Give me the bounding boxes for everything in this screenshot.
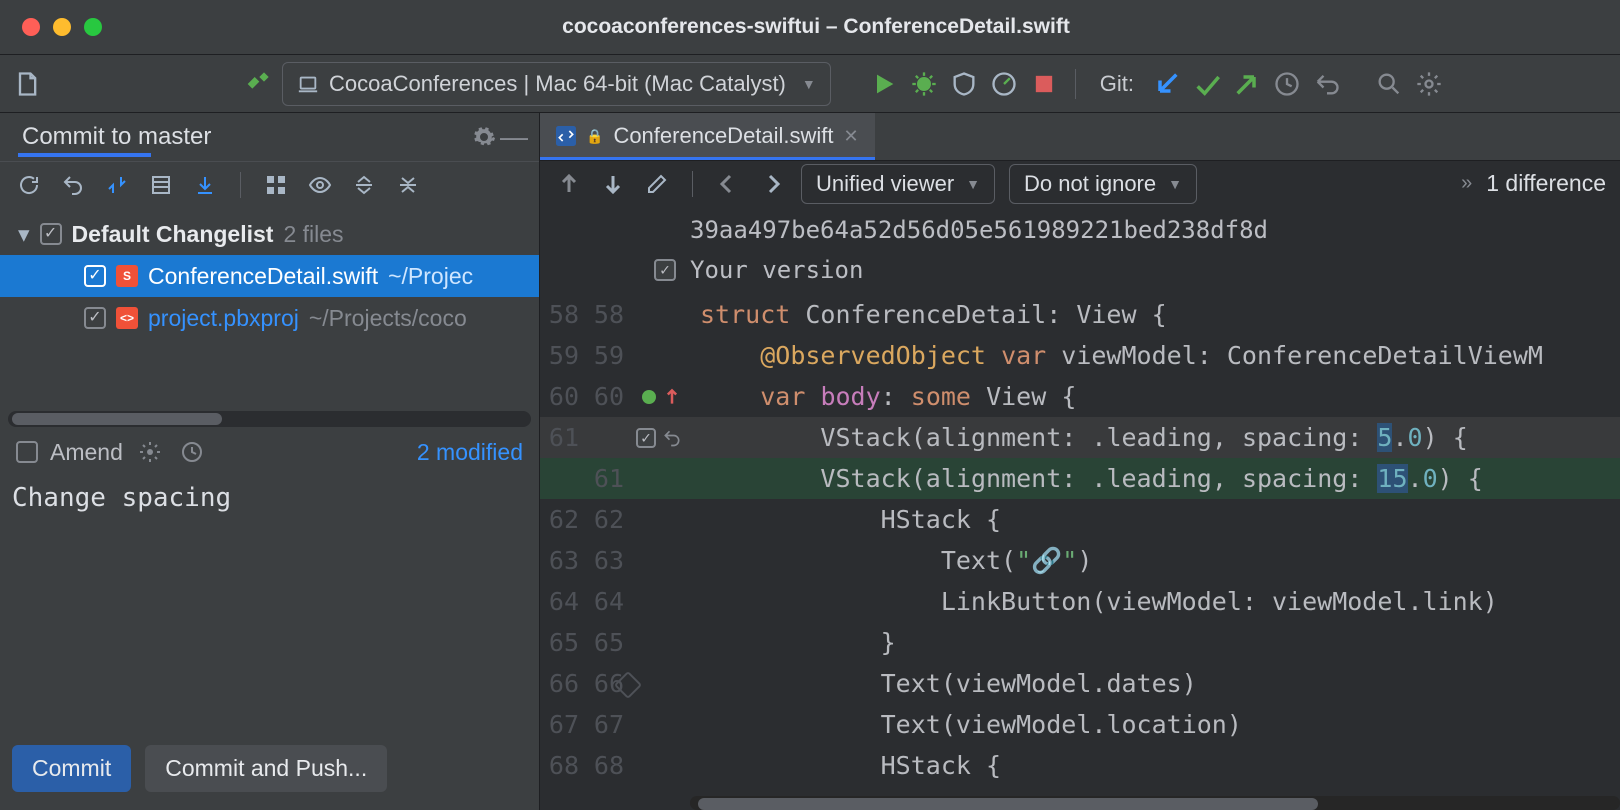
revert-icon[interactable] bbox=[662, 428, 682, 448]
changed-file-row[interactable]: S ConferenceDetail.swift ~/Projec bbox=[0, 255, 539, 297]
titlebar: cocoaconferences-swiftui – ConferenceDet… bbox=[0, 0, 1620, 55]
nav-back-icon[interactable] bbox=[713, 169, 743, 199]
git-pull-icon[interactable] bbox=[1152, 69, 1182, 99]
changelist-name: Default Changelist bbox=[72, 221, 274, 248]
modified-count[interactable]: 2 modified bbox=[417, 439, 523, 466]
close-window-icon[interactable] bbox=[22, 18, 40, 36]
refresh-icon[interactable] bbox=[14, 170, 44, 200]
expand-all-icon[interactable] bbox=[349, 170, 379, 200]
file-path: ~/Projec bbox=[388, 263, 473, 290]
git-commit-icon[interactable] bbox=[1192, 69, 1222, 99]
git-push-icon[interactable] bbox=[1232, 69, 1262, 99]
commit-history-icon[interactable] bbox=[177, 437, 207, 467]
amend-label: Amend bbox=[50, 439, 123, 466]
nav-forward-icon[interactable] bbox=[757, 169, 787, 199]
run-icon[interactable] bbox=[869, 69, 899, 99]
lock-icon: 🔒 bbox=[586, 128, 603, 145]
panel-minimize-icon[interactable]: — bbox=[499, 122, 529, 152]
checkbox[interactable] bbox=[84, 307, 106, 329]
editor-panel: 🔒 ConferenceDetail.swift ✕ Unified viewe… bbox=[540, 113, 1620, 810]
horizontal-scrollbar[interactable] bbox=[8, 411, 531, 427]
viewer-mode-label: Unified viewer bbox=[816, 171, 954, 197]
changelist-count: 2 files bbox=[283, 221, 343, 248]
next-diff-icon[interactable] bbox=[598, 169, 628, 199]
your-version-label: Your version bbox=[690, 250, 863, 290]
window-title: cocoaconferences-swiftui – ConferenceDet… bbox=[102, 15, 1530, 39]
rollback-icon[interactable] bbox=[58, 170, 88, 200]
open-file-icon[interactable] bbox=[12, 69, 42, 99]
run-config-label: CocoaConferences | Mac 64-bit (Mac Catal… bbox=[329, 71, 786, 97]
checkbox[interactable] bbox=[84, 265, 106, 287]
revision-hash: 39aa497be64a52d56d05e561989221bed238df8d bbox=[690, 210, 1620, 250]
git-history-icon[interactable] bbox=[1272, 69, 1302, 99]
panel-title: Commit to master bbox=[22, 123, 211, 151]
changes-tree: ▾ Default Changelist 2 files S Conferenc… bbox=[0, 207, 539, 345]
your-version-checkbox[interactable] bbox=[654, 259, 676, 281]
include-change-checkbox[interactable] bbox=[636, 428, 656, 448]
shelve-icon[interactable] bbox=[190, 170, 220, 200]
changelist-icon[interactable] bbox=[146, 170, 176, 200]
zoom-window-icon[interactable] bbox=[84, 18, 102, 36]
view-options-icon[interactable] bbox=[305, 170, 335, 200]
viewer-mode-select[interactable]: Unified viewer ▼ bbox=[801, 164, 995, 204]
project-file-icon: <> bbox=[116, 307, 138, 329]
diff-headers: 39aa497be64a52d56d05e561989221bed238df8d… bbox=[540, 206, 1620, 294]
main-toolbar: CocoaConferences | Mac 64-bit (Mac Catal… bbox=[0, 55, 1620, 113]
prev-diff-icon[interactable] bbox=[554, 169, 584, 199]
window-controls bbox=[0, 18, 102, 36]
panel-settings-gear-icon[interactable] bbox=[469, 122, 499, 152]
run-configuration-select[interactable]: CocoaConferences | Mac 64-bit (Mac Catal… bbox=[282, 62, 831, 106]
chevron-down-icon: ▼ bbox=[1168, 176, 1182, 192]
commit-panel: Commit to master — bbox=[0, 113, 540, 810]
diff-icon[interactable] bbox=[102, 170, 132, 200]
debug-icon[interactable] bbox=[909, 69, 939, 99]
stop-icon[interactable] bbox=[1029, 69, 1059, 99]
collapse-all-icon[interactable] bbox=[393, 170, 423, 200]
code-horizontal-scrollbar[interactable] bbox=[690, 796, 1620, 810]
editor-tab[interactable]: 🔒 ConferenceDetail.swift ✕ bbox=[540, 113, 875, 160]
tab-label: ConferenceDetail.swift bbox=[613, 123, 833, 149]
profile-icon[interactable] bbox=[989, 69, 1019, 99]
edit-source-icon[interactable] bbox=[642, 169, 672, 199]
amend-checkbox[interactable] bbox=[16, 441, 38, 463]
more-icon[interactable]: » bbox=[1461, 172, 1472, 195]
file-name: project.pbxproj bbox=[148, 305, 299, 332]
close-tab-icon[interactable]: ✕ bbox=[844, 126, 859, 147]
changes-toolbar bbox=[0, 161, 539, 207]
search-icon[interactable] bbox=[1374, 69, 1404, 99]
file-name: ConferenceDetail.swift bbox=[148, 263, 378, 290]
ignore-mode-label: Do not ignore bbox=[1024, 171, 1156, 197]
commit-and-push-button[interactable]: Commit and Push... bbox=[145, 745, 387, 792]
amend-row: Amend 2 modified bbox=[0, 427, 539, 477]
change-marker-icon bbox=[642, 390, 656, 404]
swift-file-icon: S bbox=[116, 265, 138, 287]
changed-file-row[interactable]: <> project.pbxproj ~/Projects/coco bbox=[0, 297, 539, 339]
changelist-row[interactable]: ▾ Default Changelist 2 files bbox=[0, 213, 539, 255]
group-by-icon[interactable] bbox=[261, 170, 291, 200]
chevron-down-icon: ▾ bbox=[18, 221, 30, 248]
commit-message-area: Change spacing bbox=[0, 477, 539, 731]
up-arrow-icon bbox=[662, 387, 682, 407]
chevron-down-icon: ▼ bbox=[802, 76, 816, 92]
diff-count: 1 difference bbox=[1486, 170, 1606, 197]
commit-button[interactable]: Commit bbox=[12, 745, 131, 792]
editor-tabs: 🔒 ConferenceDetail.swift ✕ bbox=[540, 113, 1620, 161]
git-rollback-icon[interactable] bbox=[1312, 69, 1342, 99]
ignore-mode-select[interactable]: Do not ignore ▼ bbox=[1009, 164, 1197, 204]
settings-gear-icon[interactable] bbox=[1414, 69, 1444, 99]
chevron-down-icon: ▼ bbox=[966, 176, 980, 192]
build-hammer-icon[interactable] bbox=[242, 69, 272, 99]
diff-code[interactable]: 5858struct ConferenceDetail: View { 5959… bbox=[540, 294, 1620, 786]
minimize-window-icon[interactable] bbox=[53, 18, 71, 36]
checkbox[interactable] bbox=[40, 223, 62, 245]
file-path: ~/Projects/coco bbox=[309, 305, 467, 332]
coverage-icon[interactable] bbox=[949, 69, 979, 99]
separator bbox=[1075, 69, 1076, 99]
commit-options-gear-icon[interactable] bbox=[135, 437, 165, 467]
git-label: Git: bbox=[1100, 71, 1134, 97]
commit-message-input[interactable]: Change spacing bbox=[12, 483, 527, 725]
diff-toolbar: Unified viewer ▼ Do not ignore ▼ » 1 dif… bbox=[540, 161, 1620, 206]
